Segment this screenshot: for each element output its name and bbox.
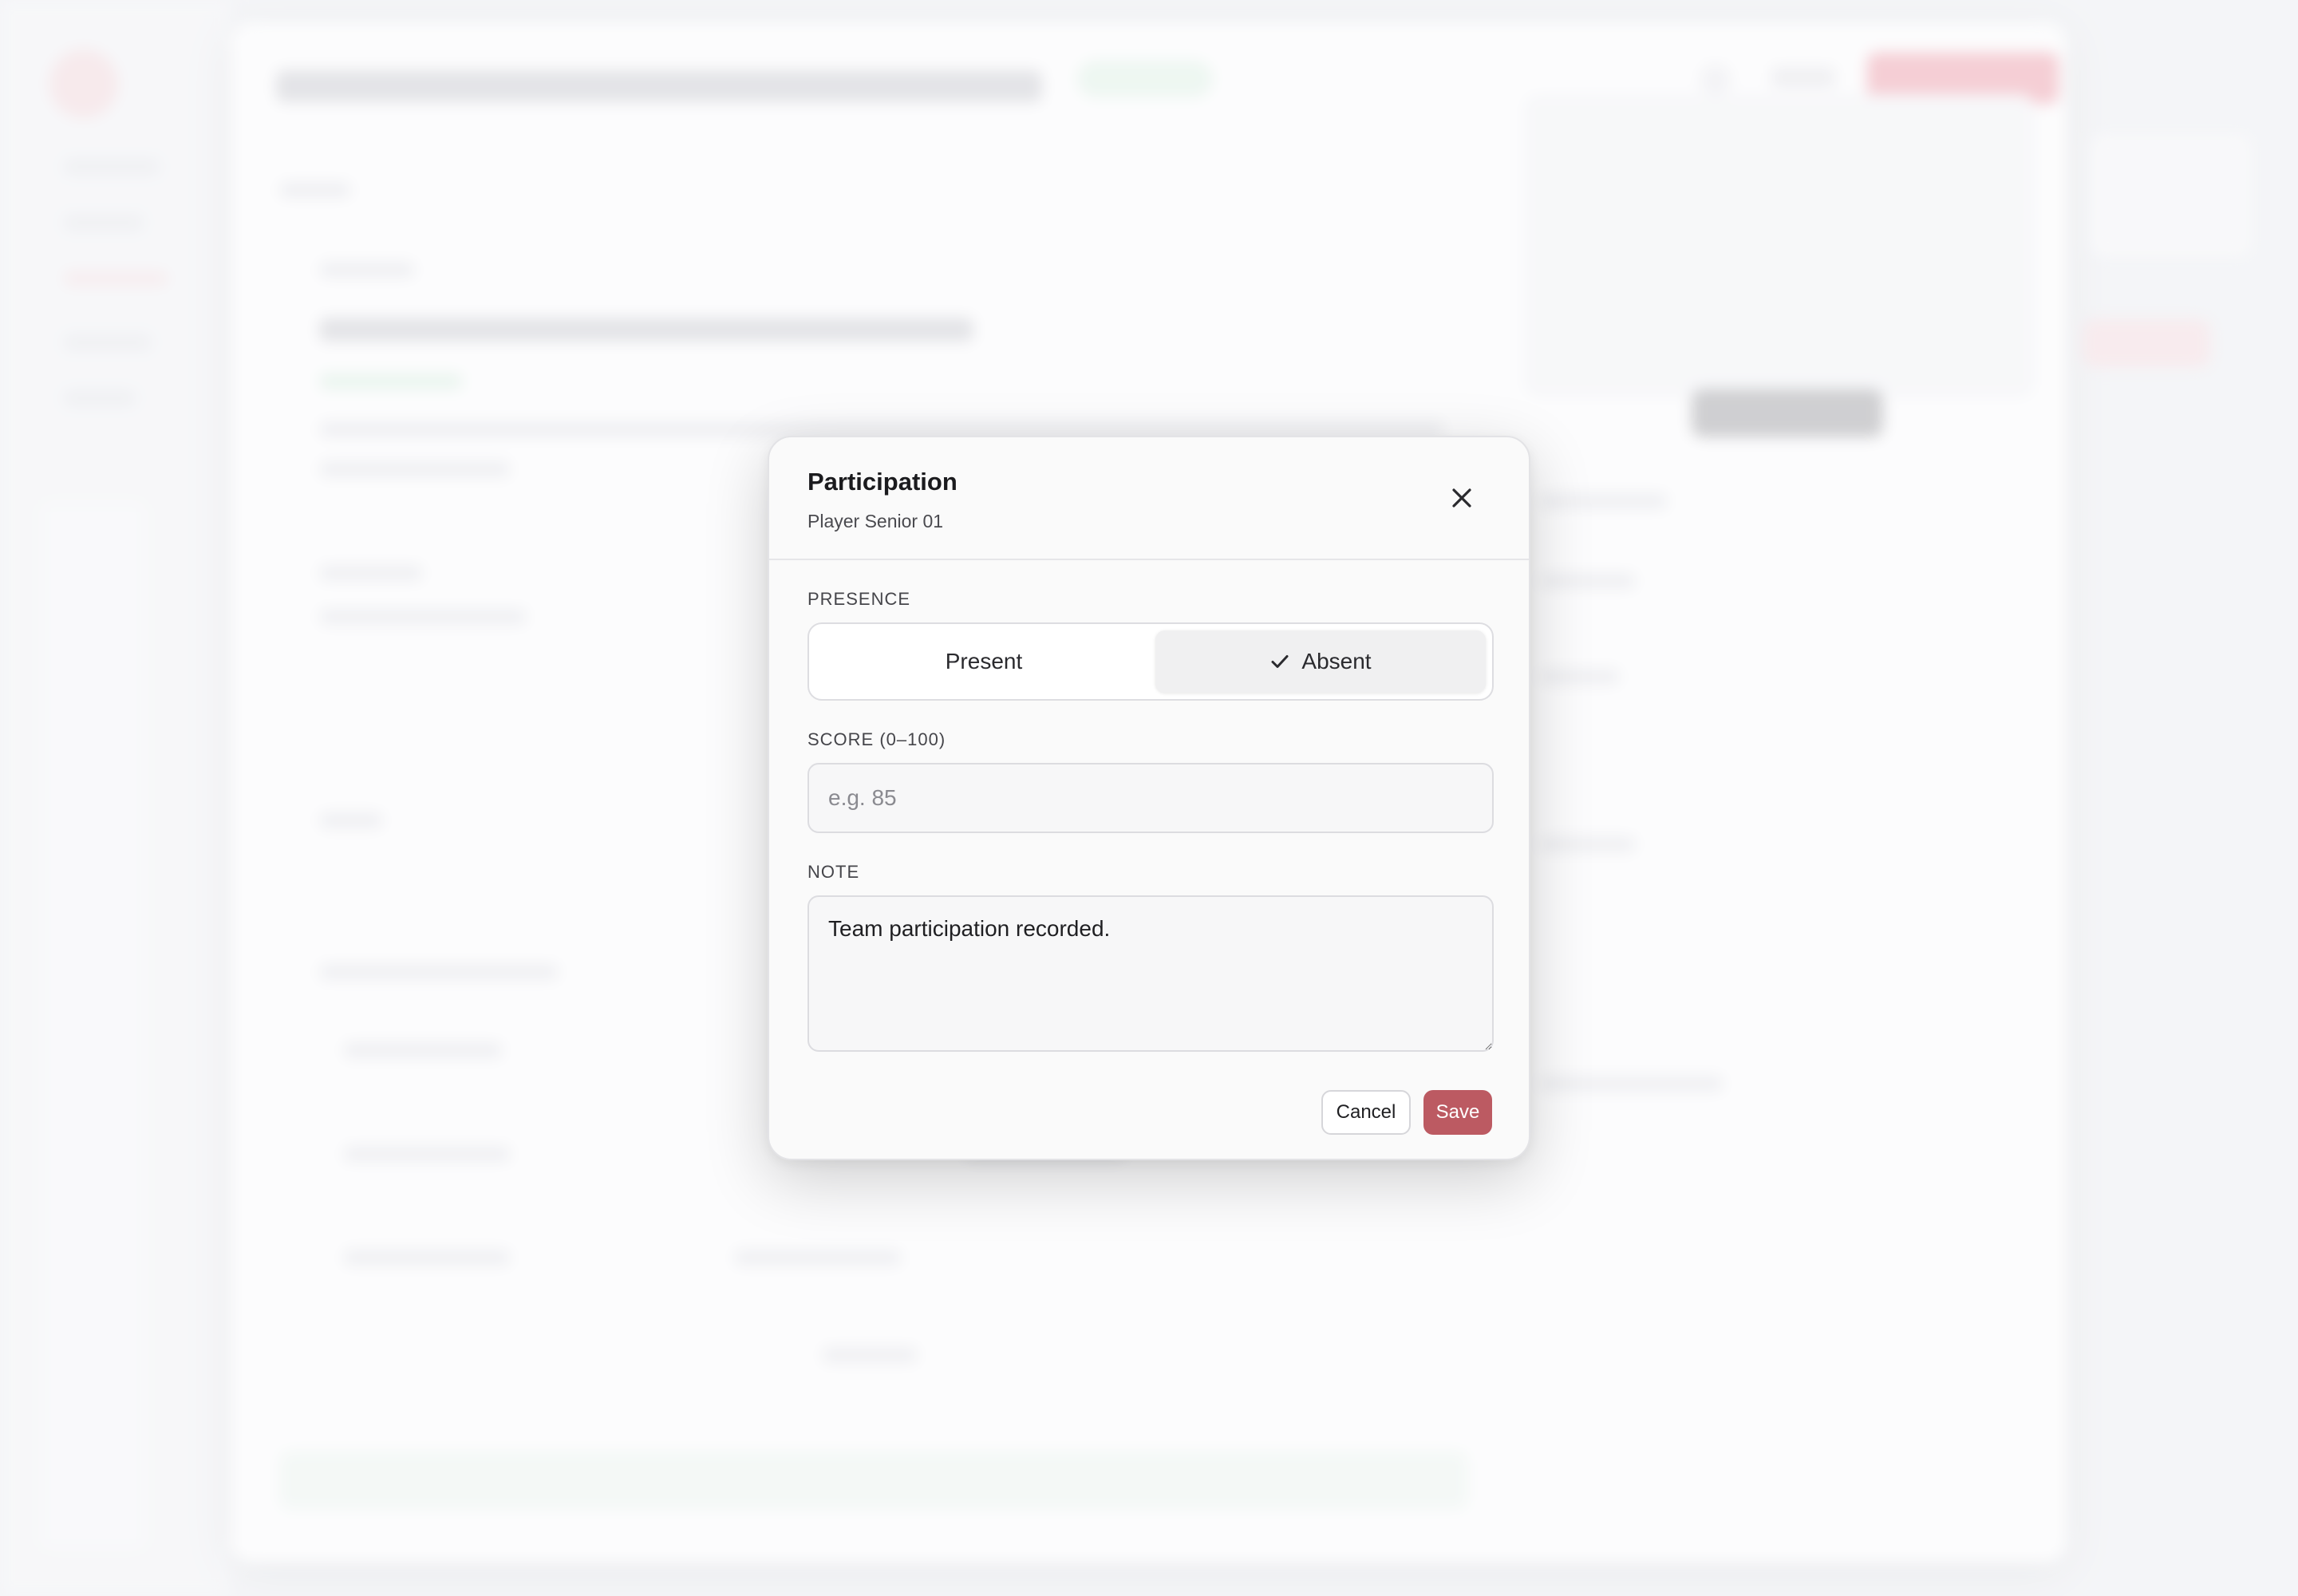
close-icon: [1452, 488, 1471, 508]
note-textarea[interactable]: Team participation recorded.: [807, 895, 1494, 1052]
presence-option-label: Absent: [1301, 649, 1372, 674]
dialog-title: Participation: [807, 468, 958, 496]
check-icon: [1271, 655, 1289, 668]
close-button[interactable]: [1439, 476, 1484, 520]
dialog-subtitle: Player Senior 01: [807, 511, 944, 531]
note-label: NOTE: [807, 862, 860, 882]
cancel-button[interactable]: Cancel: [1321, 1090, 1411, 1135]
presence-option-absent[interactable]: Absent: [1155, 630, 1486, 693]
presence-option-present[interactable]: Present: [814, 630, 1154, 693]
dialog-header: Participation Player Senior 01: [769, 437, 1529, 560]
save-button[interactable]: Save: [1423, 1090, 1492, 1135]
presence-segmented-control: Present Absent: [807, 622, 1494, 701]
score-input[interactable]: [807, 763, 1494, 833]
score-label: SCORE (0–100): [807, 729, 946, 749]
presence-label: PRESENCE: [807, 589, 911, 609]
participation-dialog: Participation Player Senior 01 PRESENCE …: [768, 436, 1530, 1160]
presence-option-label: Present: [945, 649, 1023, 674]
